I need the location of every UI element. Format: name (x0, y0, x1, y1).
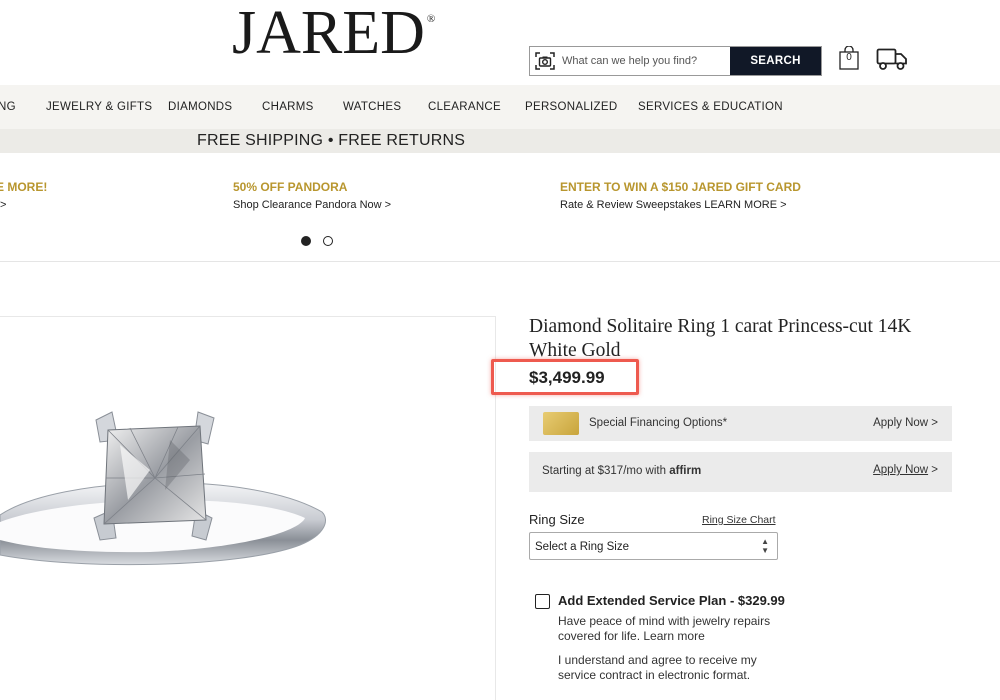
cart-count: 0 (846, 52, 852, 63)
service-plan-checkbox[interactable] (535, 594, 550, 609)
jared-logo[interactable]: JARED ® (232, 2, 435, 64)
select-updown-icon: ▲ ▼ (761, 537, 769, 555)
promo-link-1[interactable]: > (0, 199, 6, 211)
nav-item-personalized[interactable]: PERSONALIZED (525, 101, 617, 113)
registered-mark: ® (426, 13, 436, 25)
promo-title-3[interactable]: ENTER TO WIN A $150 JARED GIFT CARD (560, 180, 801, 194)
service-plan-description: Have peace of mind with jewelry repairs … (558, 614, 771, 643)
affirm-financing-row: Starting at $317/mo with affirm Apply No… (529, 452, 952, 492)
carousel-dot-2[interactable] (323, 236, 333, 246)
nav-item-clearance[interactable]: CLEARANCE (428, 101, 501, 113)
product-title: Diamond Solitaire Ring 1 carat Princess-… (529, 316, 912, 361)
nav-item-services-education[interactable]: SERVICES & EDUCATION (638, 101, 783, 113)
affirm-apply-text: Apply Now (873, 464, 929, 476)
service-plan-title[interactable]: Add Extended Service Plan - $329.99 (558, 593, 785, 608)
ring-size-select-value: Select a Ring Size (535, 541, 629, 553)
shipping-text: FREE SHIPPING • FREE RETURNS (197, 132, 466, 149)
financing-apply-now[interactable]: Apply Now > (873, 417, 938, 429)
affirm-prefix: Starting at $317/mo with (542, 465, 667, 477)
nav-item-partial[interactable]: NG (0, 101, 16, 113)
delivery-truck-icon[interactable] (876, 47, 908, 71)
service-plan-agreement: I understand and agree to receive my ser… (558, 653, 757, 682)
chevron-right-icon: > (931, 417, 938, 429)
search-input[interactable] (560, 47, 730, 75)
promo-title-1[interactable]: E MORE! (0, 180, 47, 194)
ring-size-select[interactable]: Select a Ring Size ▲ ▼ (529, 532, 778, 560)
shipping-banner: FREE SHIPPING • FREE RETURNS (0, 129, 1000, 153)
section-divider (0, 261, 1000, 262)
carousel-dot-1[interactable] (301, 236, 311, 246)
affirm-text: Starting at $317/mo with affirm (542, 465, 701, 477)
main-nav: NG JEWELRY & GIFTS DIAMONDS CHARMS WATCH… (0, 85, 1000, 129)
nav-item-charms[interactable]: CHARMS (262, 101, 314, 113)
nav-item-watches[interactable]: WATCHES (343, 101, 401, 113)
nav-item-diamonds[interactable]: DIAMONDS (168, 101, 232, 113)
camera-search-icon[interactable] (530, 47, 560, 75)
promo-link-3[interactable]: Rate & Review Sweepstakes LEARN MORE > (560, 199, 787, 211)
affirm-logo: affirm (669, 465, 702, 477)
nav-item-jewelry-gifts[interactable]: JEWELRY & GIFTS (46, 101, 152, 113)
search-bar: SEARCH (529, 46, 822, 76)
search-button[interactable]: SEARCH (730, 47, 821, 75)
promo-link-2[interactable]: Shop Clearance Pandora Now > (233, 199, 391, 211)
special-financing-row[interactable]: Special Financing Options* Apply Now > (529, 406, 952, 441)
promo-title-2[interactable]: 50% OFF PANDORA (233, 180, 347, 194)
product-price: $3,499.99 (529, 368, 605, 387)
ring-size-label: Ring Size (529, 512, 585, 527)
chevron-right-icon: > (931, 464, 938, 476)
affirm-apply-now[interactable]: Apply Now > (873, 464, 938, 476)
product-image-ring[interactable] (0, 400, 340, 600)
credit-card-icon (543, 412, 579, 435)
financing-apply-text: Apply Now (873, 417, 929, 429)
financing-label: Special Financing Options* (589, 417, 728, 429)
logo-text: JARED (232, 0, 425, 67)
ring-size-chart-link[interactable]: Ring Size Chart (702, 514, 776, 526)
